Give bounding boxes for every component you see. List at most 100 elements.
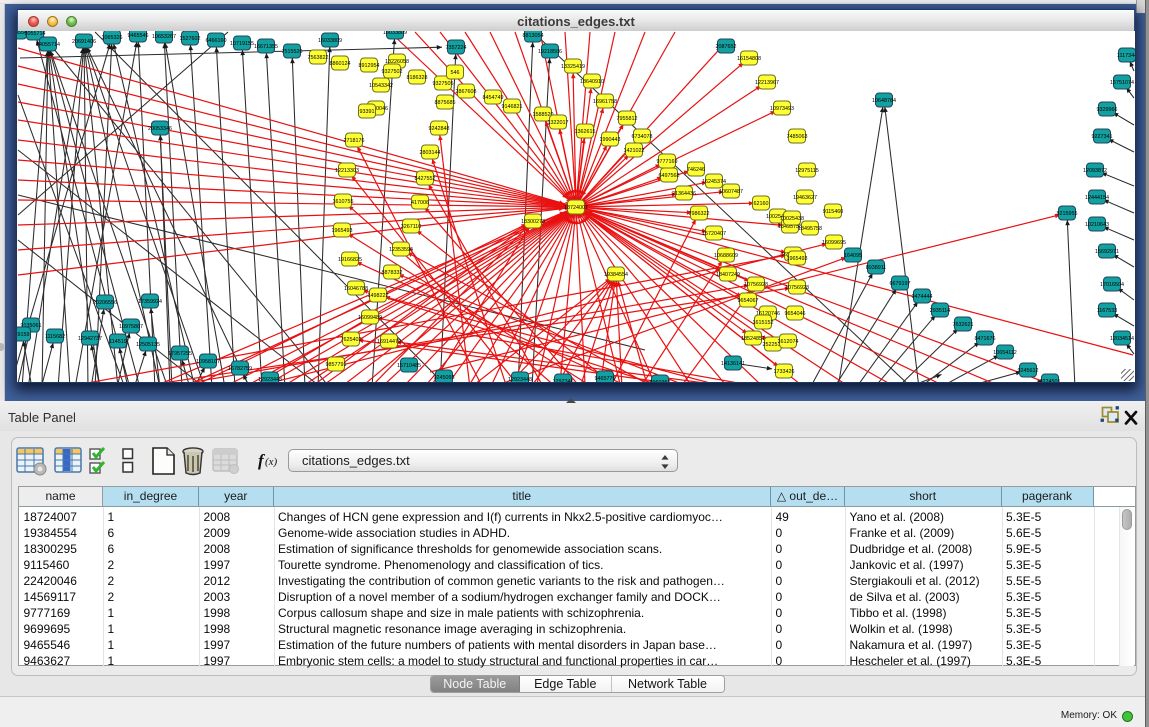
- svg-text:1733426: 1733426: [774, 369, 795, 375]
- svg-text:9329966: 9329966: [1097, 107, 1118, 113]
- svg-text:8875685: 8875685: [435, 100, 456, 106]
- svg-text:8960352: 8960352: [650, 380, 671, 382]
- svg-text:7625402: 7625402: [341, 337, 362, 343]
- svg-text:12923448: 12923448: [258, 377, 282, 382]
- svg-text:1362615: 1362615: [575, 129, 596, 135]
- svg-text:9857791: 9857791: [326, 362, 347, 368]
- svg-text:15710485: 15710485: [397, 363, 421, 369]
- svg-text:2803144: 2803144: [420, 150, 441, 156]
- svg-text:6466160: 6466160: [206, 38, 227, 44]
- svg-text:12923448: 12923448: [508, 377, 532, 382]
- svg-text:12213967: 12213967: [755, 80, 779, 86]
- svg-text:93391: 93391: [360, 109, 375, 115]
- svg-text:6497568: 6497568: [659, 173, 680, 179]
- svg-text:17957255: 17957255: [168, 351, 192, 357]
- svg-text:12213303: 12213303: [335, 168, 359, 174]
- svg-text:12942737: 12942737: [78, 336, 102, 342]
- svg-text:10756928: 10756928: [744, 282, 768, 288]
- svg-text:8215955: 8215955: [1057, 211, 1078, 217]
- svg-text:16046788: 16046788: [344, 286, 368, 292]
- svg-text:17359924: 17359924: [138, 299, 162, 305]
- svg-text:12353594: 12353594: [389, 247, 413, 253]
- svg-text:18640910: 18640910: [580, 79, 604, 85]
- svg-text:39159: 39159: [17, 332, 30, 338]
- svg-text:10648784: 10648784: [872, 98, 896, 104]
- svg-text:3267110: 3267110: [401, 224, 422, 230]
- svg-text:8813054: 8813054: [523, 33, 544, 39]
- svg-text:1117344: 1117344: [1117, 53, 1135, 59]
- svg-text:8471676: 8471676: [975, 336, 996, 342]
- svg-text:12505135: 12505135: [136, 342, 160, 348]
- svg-text:10719155: 10719155: [230, 41, 254, 47]
- svg-text:8454749: 8454749: [483, 95, 504, 101]
- svg-text:16961758: 16961758: [593, 99, 617, 105]
- svg-text:1322017: 1322017: [548, 120, 569, 126]
- svg-text:15751074: 15751074: [1110, 80, 1134, 86]
- svg-text:1527602: 1527602: [180, 36, 201, 42]
- svg-text:9465546: 9465546: [128, 33, 149, 39]
- svg-text:546: 546: [451, 70, 460, 76]
- svg-text:1610755: 1610755: [333, 199, 354, 205]
- svg-text:1990443: 1990443: [600, 137, 621, 143]
- svg-text:10958107: 10958107: [196, 359, 220, 365]
- svg-text:1615152: 1615152: [753, 320, 774, 326]
- svg-text:10654112: 10654112: [993, 350, 1017, 356]
- svg-text:10607487: 10607487: [719, 189, 743, 195]
- svg-text:10975867: 10975867: [119, 324, 143, 330]
- svg-text:9465779: 9465779: [595, 376, 616, 382]
- svg-text:7485063: 7485063: [787, 134, 808, 140]
- svg-text:114519: 114519: [109, 339, 127, 345]
- svg-text:16914479: 16914479: [377, 339, 401, 345]
- svg-text:7563822: 7563822: [308, 55, 329, 61]
- svg-text:7515526: 7515526: [282, 49, 303, 55]
- svg-text:9327502: 9327502: [382, 69, 403, 75]
- svg-text:417006: 417006: [411, 200, 429, 206]
- svg-text:19218506: 19218506: [538, 49, 562, 55]
- svg-text:13325419: 13325419: [561, 64, 585, 70]
- svg-text:20206556: 20206556: [93, 300, 117, 306]
- svg-text:10973493: 10973493: [770, 106, 794, 112]
- svg-text:12975115: 12975115: [795, 168, 819, 174]
- svg-text:9227341: 9227341: [1092, 134, 1113, 140]
- svg-text:16245374: 16245374: [702, 179, 726, 185]
- svg-text:62160: 62160: [754, 201, 769, 207]
- svg-text:8878332: 8878332: [382, 270, 403, 276]
- svg-text:2718176: 2718176: [344, 138, 365, 144]
- svg-text:21364436: 21364436: [672, 191, 696, 197]
- svg-text:9327505: 9327505: [433, 81, 454, 87]
- svg-text:(x): (x): [265, 456, 278, 468]
- svg-text:2935114: 2935114: [930, 308, 951, 314]
- svg-text:1065326: 1065326: [102, 35, 123, 41]
- svg-text:17016504: 17016504: [1100, 282, 1124, 288]
- svg-text:6734078: 6734078: [632, 134, 653, 140]
- svg-text:8186328: 8186328: [407, 75, 428, 81]
- svg-text:8938911: 8938911: [866, 265, 887, 271]
- svg-text:20053346: 20053346: [148, 126, 172, 132]
- svg-text:7357224: 7357224: [446, 45, 467, 51]
- svg-text:1167533: 1167533: [1097, 308, 1118, 314]
- svg-text:8860124: 8860124: [330, 61, 351, 67]
- svg-text:18407249: 18407249: [716, 272, 740, 278]
- svg-text:9245612: 9245612: [1018, 368, 1039, 374]
- svg-text:18724007: 18724007: [564, 205, 588, 211]
- svg-text:9115460: 9115460: [823, 209, 844, 215]
- svg-text:18300273: 18300273: [521, 219, 545, 225]
- svg-text:14055714: 14055714: [36, 42, 60, 48]
- svg-text:1115682: 1115682: [45, 334, 65, 340]
- svg-text:1612074: 1612074: [778, 339, 799, 345]
- svg-text:16033809: 16033809: [383, 31, 407, 36]
- svg-text:18495758: 18495758: [798, 226, 822, 232]
- svg-text:8427552: 8427552: [415, 176, 436, 182]
- svg-text:10025438: 10025438: [780, 216, 804, 222]
- svg-text:164095: 164095: [844, 253, 862, 259]
- svg-text:7986322: 7986322: [689, 211, 710, 217]
- svg-text:2867608: 2867608: [456, 89, 477, 95]
- svg-text:9474444: 9474444: [912, 294, 933, 300]
- svg-text:8912954: 8912954: [359, 63, 380, 69]
- svg-text:1965493: 1965493: [332, 228, 353, 234]
- svg-text:2087652: 2087652: [716, 44, 737, 50]
- svg-text:6679197: 6679197: [890, 281, 911, 287]
- svg-text:12444154: 12444154: [1085, 195, 1109, 201]
- svg-text:14136141: 14136141: [721, 361, 745, 367]
- svg-text:12034514: 12034514: [1110, 336, 1134, 342]
